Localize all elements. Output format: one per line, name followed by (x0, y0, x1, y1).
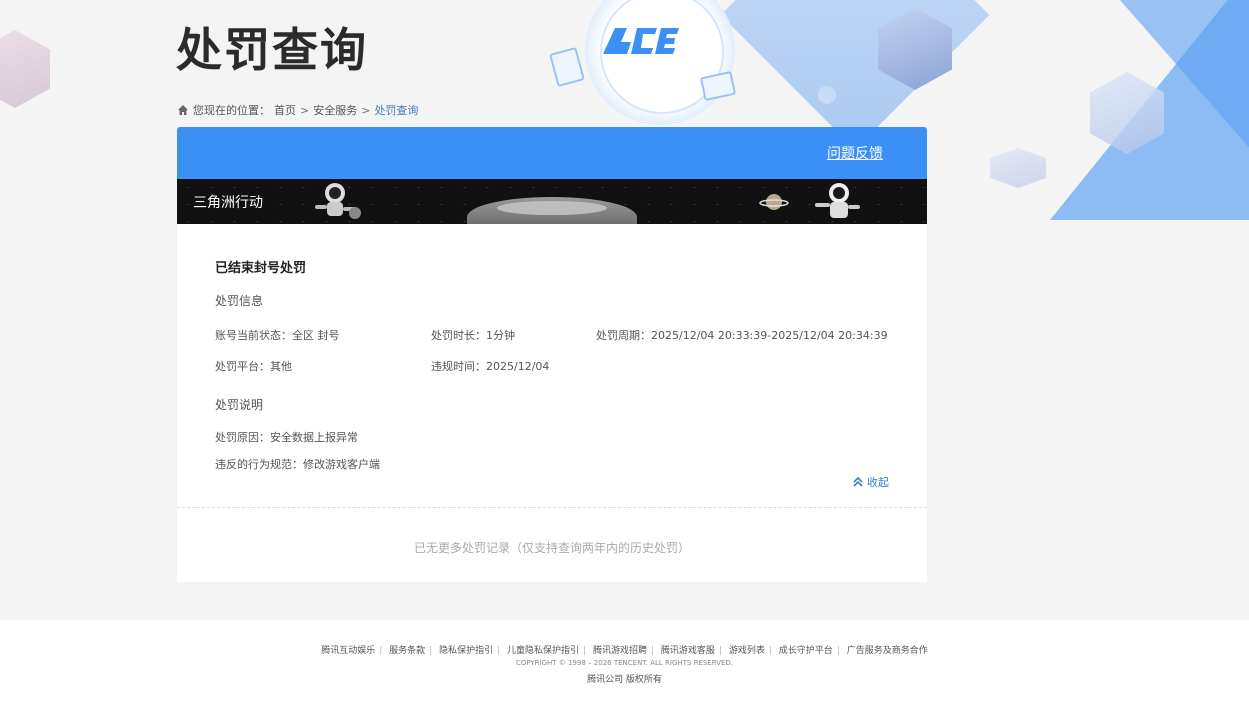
footer-link[interactable]: 儿童隐私保护指引 (507, 646, 579, 656)
owner-text: 腾讯公司 版权所有 (587, 675, 662, 685)
punishment-record: 已结束封号处罚 处罚信息 账号当前状态：全区 封号 处罚时长：1分钟 处罚周期：… (177, 224, 927, 507)
home-icon (178, 105, 188, 115)
card-decoration (699, 70, 737, 102)
punishment-panel: 问题反馈 三角洲行动 已结束封号处罚 处罚信息 账号当前状态：全区 封号 处罚时… (177, 127, 927, 582)
footer-link[interactable]: 成长守护平台 (779, 646, 833, 656)
no-more-records-text: 已无更多处罚记录（仅支持查询两年内的历史处罚） (413, 541, 690, 555)
breadcrumb-separator: > (300, 103, 310, 117)
punishment-duration: 处罚时长：1分钟 (431, 329, 515, 342)
feedback-link[interactable]: 问题反馈 (827, 143, 883, 163)
account-status: 账号当前状态：全区 封号 (215, 329, 340, 342)
character-hex-image (0, 30, 50, 108)
description-section-title: 处罚说明 (215, 398, 264, 412)
footer-link[interactable]: 腾讯互动娱乐 (321, 646, 375, 656)
double-chevron-up-icon (853, 476, 863, 487)
footer-links: 腾讯互动娱乐 | 服务条款 | 隐私保护指引 | 儿童隐私保护指引 | 腾讯游戏招聘 | … (321, 646, 928, 656)
punishment-platform: 处罚平台：其他 (215, 360, 292, 373)
violation-time: 违规时间：2025/12/04 (431, 360, 550, 373)
footer-link[interactable]: 腾讯游戏招聘 (593, 646, 647, 656)
divider (177, 507, 927, 508)
footer-link[interactable]: 腾讯游戏客服 (661, 646, 715, 656)
info-section-title: 处罚信息 (215, 294, 264, 308)
footer-link[interactable]: 广告服务及商务合作 (847, 646, 928, 656)
footer-link[interactable]: 服务条款 (389, 646, 425, 656)
collapse-label: 收起 (867, 476, 889, 489)
footer-link[interactable]: 隐私保护指引 (439, 646, 493, 656)
record-title: 已结束封号处罚 (215, 261, 307, 276)
copyright-text: COPYRIGHT © 1998 – 2026 TENCENT. ALL RIG… (515, 659, 734, 667)
collapse-button[interactable]: 收起 (852, 474, 889, 490)
page-title: 处罚查询 (176, 23, 368, 77)
astronaut-icon (315, 183, 361, 219)
punishment-reason: 处罚原因：安全数据上报异常 (215, 431, 358, 444)
card-decoration (549, 46, 585, 88)
astronaut-icon (815, 183, 860, 218)
game-banner: 三角洲行动 (177, 179, 927, 224)
breadcrumb-security-link[interactable]: 安全服务 (313, 102, 357, 118)
breadcrumb-prefix: 您现在的位置： (193, 104, 270, 117)
footer: 腾讯互动娱乐 | 服务条款 | 隐私保护指引 | 儿童隐私保护指引 | 腾讯游戏招聘 | … (0, 620, 1249, 709)
breadcrumb-home-link[interactable]: 首页 (274, 102, 296, 118)
violated-rule: 违反的行为规范：修改游戏客户端 (215, 458, 380, 471)
panel-header: 问题反馈 (177, 127, 927, 179)
planet-icon (759, 194, 789, 210)
breadcrumb-separator: > (361, 103, 371, 117)
footer-link[interactable]: 游戏列表 (729, 646, 765, 656)
ace-logo (603, 28, 679, 54)
game-name: 三角洲行动 (193, 195, 263, 211)
breadcrumb-current: 处罚查询 (374, 104, 419, 117)
character-hex-image (990, 148, 1046, 188)
breadcrumb: 您现在的位置： 首页 > 安全服务 > 处罚查询 (177, 102, 418, 118)
punishment-period: 处罚周期：2025/12/04 20:33:39-2025/12/04 20:3… (596, 329, 888, 342)
